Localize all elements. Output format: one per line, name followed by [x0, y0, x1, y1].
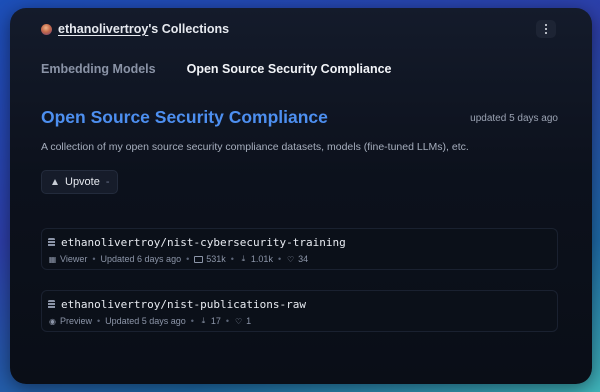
list-item[interactable]: ethanolivertroy/nist-cybersecurity-train…	[41, 228, 558, 270]
collection-updated: updated 5 days ago	[470, 113, 558, 124]
username-link[interactable]: ethanolivertroy	[58, 22, 148, 36]
tab-open-source-security-compliance[interactable]: Open Source Security Compliance	[187, 62, 392, 76]
dataset-updated: Updated 5 days ago	[105, 316, 186, 326]
dataset-downloads: 1.01k	[250, 254, 273, 264]
eye-icon: ◉	[49, 316, 56, 326]
dataset-name[interactable]: ethanolivertroy/nist-publications-raw	[61, 298, 306, 311]
kebab-dot	[544, 23, 548, 27]
upvote-button[interactable]: Upvote -	[41, 170, 118, 194]
download-icon: ⤓	[201, 316, 206, 325]
collection-tabs: Embedding Models Open Source Security Co…	[41, 62, 392, 76]
upvote-count: -	[105, 176, 110, 188]
dataset-mode: Viewer	[60, 254, 88, 264]
separator-dot: •	[97, 316, 101, 326]
separator-dot: •	[277, 254, 282, 264]
dataset-downloads: 17	[210, 316, 221, 326]
dataset-name[interactable]: ethanolivertroy/nist-cybersecurity-train…	[61, 236, 346, 249]
collections-header: ethanolivertroy's Collections	[41, 21, 229, 37]
more-options-button[interactable]	[536, 20, 556, 38]
kebab-dot	[544, 27, 548, 31]
dataset-mode: Preview	[60, 316, 93, 326]
dataset-icon	[48, 238, 55, 247]
dataset-likes: 1	[246, 316, 252, 326]
list-item[interactable]: ethanolivertroy/nist-publications-raw ◉ …	[41, 290, 558, 332]
collections-title-suffix: 's Collections	[148, 22, 230, 36]
separator-dot: •	[92, 254, 96, 264]
download-icon: ⤓	[241, 254, 246, 263]
separator-dot: •	[225, 316, 230, 326]
table-icon: ▦	[48, 254, 57, 264]
separator-dot: •	[230, 254, 234, 264]
upvote-triangle-icon	[52, 179, 58, 185]
heart-icon: ♡	[287, 254, 295, 264]
kebab-dot	[544, 31, 548, 35]
collection-description: A collection of my open source security …	[41, 141, 469, 153]
collections-title: ethanolivertroy's Collections	[58, 22, 229, 36]
avatar[interactable]	[41, 23, 52, 35]
heart-icon: ♡	[234, 316, 243, 326]
upvote-label: Upvote	[65, 176, 100, 188]
dataset-icon	[48, 300, 55, 309]
collection-card: ethanolivertroy's Collections Embedding …	[10, 8, 592, 384]
dataset-rows: 531k	[206, 254, 226, 264]
separator-dot: •	[186, 254, 190, 264]
dataset-updated: Updated 6 days ago	[100, 254, 182, 264]
tab-embedding-models[interactable]: Embedding Models	[41, 62, 156, 76]
separator-dot: •	[190, 316, 194, 326]
collection-title[interactable]: Open Source Security Compliance	[41, 107, 328, 128]
rows-icon	[194, 255, 204, 263]
dataset-likes: 34	[298, 254, 309, 264]
